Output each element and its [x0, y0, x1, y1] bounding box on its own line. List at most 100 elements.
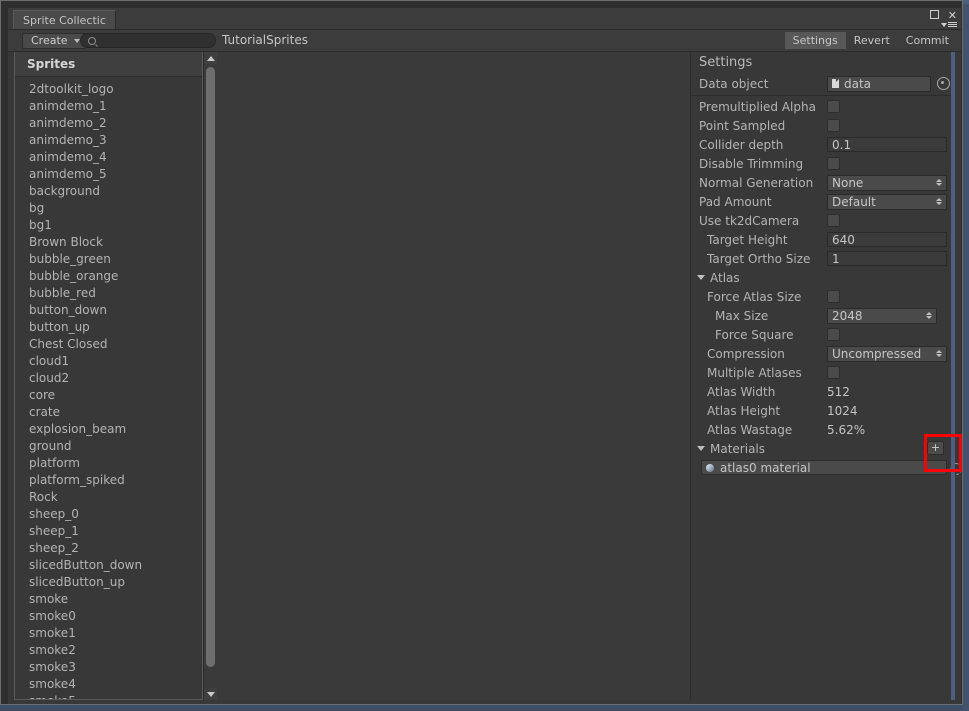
- settings-row: Target Ortho Size 1: [691, 249, 955, 268]
- dropdown[interactable]: Uncompressed: [827, 345, 947, 362]
- tab-sprite-collection[interactable]: Sprite Collectic: [13, 10, 116, 29]
- dropdown[interactable]: None: [827, 174, 947, 191]
- list-item[interactable]: slicedButton_down: [15, 557, 202, 574]
- list-item[interactable]: bubble_red: [15, 285, 202, 302]
- list-item[interactable]: Brown Block: [15, 234, 202, 251]
- list-item[interactable]: animdemo_1: [15, 98, 202, 115]
- atlas-foldout[interactable]: Atlas: [691, 268, 955, 287]
- list-item[interactable]: animdemo_2: [15, 115, 202, 132]
- highlight-annotation: [924, 434, 962, 472]
- list-item[interactable]: ground: [15, 438, 202, 455]
- list-item[interactable]: Rock: [15, 489, 202, 506]
- list-item[interactable]: background: [15, 183, 202, 200]
- settings-label: Target Height: [707, 232, 788, 247]
- commit-button[interactable]: Commit: [898, 32, 957, 49]
- settings-row: Force Atlas Size: [691, 287, 955, 306]
- checkbox[interactable]: [827, 157, 840, 170]
- list-item[interactable]: cloud1: [15, 353, 202, 370]
- panel-menu-icon[interactable]: [941, 22, 957, 27]
- list-item[interactable]: bg1: [15, 217, 202, 234]
- checkbox[interactable]: [827, 366, 840, 379]
- updown-icon: [936, 179, 942, 186]
- settings-label: Atlas Wastage: [707, 422, 793, 437]
- list-item[interactable]: sheep_2: [15, 540, 202, 557]
- atlas-preview-canvas[interactable]: [217, 52, 691, 700]
- list-item[interactable]: animdemo_5: [15, 166, 202, 183]
- text-field[interactable]: 1: [827, 251, 947, 266]
- checkbox[interactable]: [827, 100, 840, 113]
- dropdown[interactable]: 2048: [827, 307, 937, 324]
- dropdown-value: Uncompressed: [832, 346, 922, 361]
- list-item[interactable]: smoke2: [15, 642, 202, 659]
- list-item[interactable]: button_down: [15, 302, 202, 319]
- list-item[interactable]: explosion_beam: [15, 421, 202, 438]
- list-item[interactable]: sheep_0: [15, 506, 202, 523]
- list-item[interactable]: smoke1: [15, 625, 202, 642]
- sprite-list-scrollbar[interactable]: [203, 52, 217, 700]
- application-frame-shadow: [963, 4, 969, 711]
- window-controls: ✕: [929, 10, 957, 21]
- maximize-icon[interactable]: [929, 10, 939, 21]
- dropdown-value: Default: [832, 194, 876, 209]
- list-item[interactable]: smoke5: [15, 693, 202, 699]
- dropdown[interactable]: Default: [827, 193, 947, 210]
- settings-label: Force Atlas Size: [707, 289, 802, 304]
- list-item[interactable]: button_up: [15, 319, 202, 336]
- list-item[interactable]: slicedButton_up: [15, 574, 202, 591]
- checkbox[interactable]: [827, 328, 840, 341]
- settings-label: Normal Generation: [699, 175, 814, 190]
- sprite-collection-window: Sprite Collectic ✕ Create TutorialSprite…: [8, 8, 962, 704]
- settings-inspector: Settings Data object data Premultiplied …: [691, 52, 962, 700]
- inspector-scrollbar[interactable]: [951, 52, 955, 700]
- data-object-label: Data object: [699, 76, 769, 91]
- list-item[interactable]: animdemo_4: [15, 149, 202, 166]
- list-item[interactable]: bubble_orange: [15, 268, 202, 285]
- object-picker-icon[interactable]: [937, 77, 950, 90]
- settings-row: Normal Generation None: [691, 173, 955, 192]
- list-item[interactable]: smoke: [15, 591, 202, 608]
- scrollbar-thumb[interactable]: [206, 67, 215, 667]
- settings-label: Atlas Width: [707, 384, 776, 399]
- close-icon[interactable]: ✕: [948, 10, 957, 21]
- scroll-up-button[interactable]: [204, 52, 217, 64]
- text-field[interactable]: 0.1: [827, 137, 947, 152]
- text-field[interactable]: 640: [827, 232, 947, 247]
- list-item[interactable]: smoke4: [15, 676, 202, 693]
- revert-button[interactable]: Revert: [846, 32, 898, 49]
- list-item[interactable]: crate: [15, 404, 202, 421]
- list-item[interactable]: cloud2: [15, 370, 202, 387]
- file-icon: [832, 79, 839, 88]
- dropdown-value: None: [832, 175, 864, 190]
- checkbox[interactable]: [827, 214, 840, 227]
- create-button[interactable]: Create: [22, 33, 87, 49]
- checkbox[interactable]: [827, 290, 840, 303]
- window-tab-bar: Sprite Collectic ✕: [8, 8, 961, 29]
- settings-label: Pad Amount: [699, 194, 772, 209]
- list-item[interactable]: bg: [15, 200, 202, 217]
- updown-icon: [936, 350, 942, 357]
- sprite-list-panel: Sprites 2dtoolkit_logo animdemo_1 animdemo…: [14, 52, 203, 700]
- atlas-field-list: Force Atlas Size Max Size 2048 Force Square…: [691, 287, 955, 439]
- checkbox[interactable]: [827, 119, 840, 132]
- settings-row: Force Square: [691, 325, 955, 344]
- scroll-down-button[interactable]: [204, 688, 217, 700]
- list-item[interactable]: animdemo_3: [15, 132, 202, 149]
- list-item[interactable]: smoke3: [15, 659, 202, 676]
- list-item[interactable]: Chest Closed: [15, 336, 202, 353]
- tab-settings[interactable]: Settings: [784, 32, 846, 49]
- list-item[interactable]: platform: [15, 455, 202, 472]
- sprite-list[interactable]: 2dtoolkit_logo animdemo_1 animdemo_2 animde…: [15, 77, 202, 699]
- list-item[interactable]: smoke0: [15, 608, 202, 625]
- list-item[interactable]: core: [15, 387, 202, 404]
- list-item[interactable]: bubble_green: [15, 251, 202, 268]
- readonly-value: 512: [827, 384, 850, 399]
- data-object-field[interactable]: data: [827, 75, 931, 92]
- material-name: atlas0 material: [720, 460, 811, 475]
- list-item[interactable]: platform_spiked: [15, 472, 202, 489]
- materials-foldout[interactable]: Materials +: [691, 439, 955, 458]
- search-input[interactable]: [80, 33, 216, 48]
- list-item[interactable]: 2dtoolkit_logo: [15, 81, 202, 98]
- updown-icon: [936, 198, 942, 205]
- material-item[interactable]: atlas0 material: [701, 460, 962, 475]
- list-item[interactable]: sheep_1: [15, 523, 202, 540]
